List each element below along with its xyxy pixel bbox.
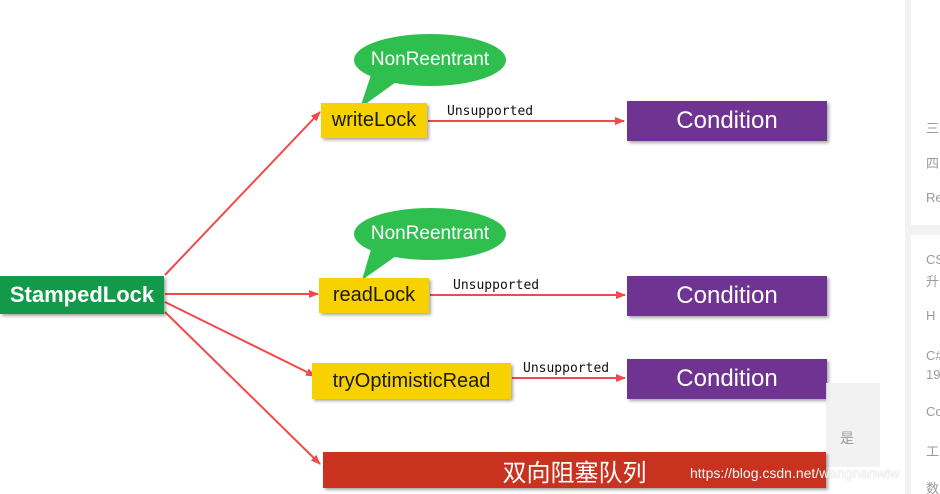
arrow-root-to-queue (164, 311, 321, 465)
overlay-char: 是 (840, 430, 854, 446)
bubble-readlock-text: NonReentrant (370, 223, 490, 244)
readlock-node: readLock (319, 278, 429, 313)
sidebar-item[interactable]: Re (926, 190, 940, 205)
watermark: https://blog.csdn.net/wangnanwlw (690, 465, 900, 481)
condition-node-3: Condition (627, 359, 827, 399)
arrows-layer (164, 34, 626, 465)
sidebar-item[interactable]: 数 (926, 478, 939, 494)
sidebar-item[interactable]: 19 (926, 367, 940, 382)
sidebar-item[interactable]: H (926, 308, 935, 323)
sidebar-item[interactable]: 四 (926, 153, 939, 172)
bubble-writelock-text: NonReentrant (370, 49, 490, 70)
arrow-root-to-writelock (164, 111, 321, 276)
condition-node-1: Condition (627, 101, 827, 141)
edge-label-tryoptimisticread: Unsupported (523, 361, 610, 376)
edge-label-writelock: Unsupported (447, 104, 534, 119)
sidebar-item[interactable]: 三 (926, 118, 939, 137)
arrow-root-to-tryoptimisticread (164, 301, 316, 377)
sidebar-item[interactable]: 升 (926, 271, 939, 290)
sidebar-item[interactable]: C# (926, 348, 940, 363)
overlay-card (826, 383, 880, 467)
sidebar-item[interactable]: CS (926, 252, 940, 267)
diagram-canvas: NonReentrant NonReentrant StampedLock wr… (0, 0, 940, 494)
tryoptimisticread-node: tryOptimisticRead (312, 363, 511, 399)
edge-label-readlock: Unsupported (453, 278, 540, 293)
sidebar-fragment: 三 四 Re CS 升 H C# 19 Co 工 数 (905, 0, 940, 494)
condition-node-2: Condition (627, 276, 827, 316)
stampedlock-node: StampedLock (0, 276, 164, 314)
sidebar-item[interactable]: 工 (926, 441, 939, 460)
sidebar-item[interactable]: Co (926, 404, 940, 419)
writelock-node: writeLock (321, 103, 427, 138)
